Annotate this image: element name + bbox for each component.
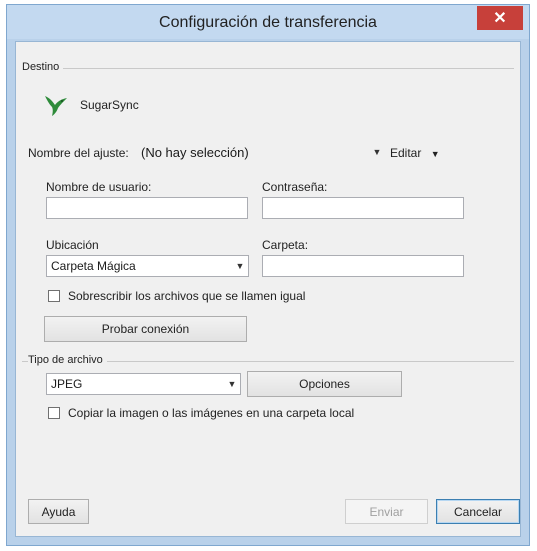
location-dropdown[interactable]: Carpeta Mágica ▼	[46, 255, 249, 277]
chevron-down-icon: ▼	[235, 261, 245, 271]
transfer-settings-dialog: Configuración de transferencia ✕ Destino…	[6, 4, 530, 546]
destino-divider	[22, 68, 514, 69]
send-label: Enviar	[369, 504, 404, 519]
setting-name-dropdown[interactable]: (No hay selección) ▼	[136, 140, 386, 164]
test-connection-button[interactable]: Probar conexión	[44, 316, 247, 342]
copy-local-checkbox[interactable]	[48, 407, 60, 419]
setting-name-value: (No hay selección)	[141, 144, 249, 160]
location-value: Carpeta Mágica	[51, 259, 136, 273]
cancel-button[interactable]: Cancelar	[436, 499, 520, 524]
send-button[interactable]: Enviar	[345, 499, 428, 524]
location-label: Ubicación	[46, 238, 99, 252]
file-type-section-label: Tipo de archivo	[28, 354, 107, 366]
edit-label: Editar	[390, 146, 422, 160]
close-button[interactable]: ✕	[477, 6, 523, 30]
username-label: Nombre de usuario:	[46, 180, 152, 194]
hummingbird-logo-icon	[42, 90, 70, 118]
username-field[interactable]	[46, 197, 248, 219]
options-button[interactable]: Opciones	[247, 371, 402, 397]
overwrite-checkbox[interactable]	[48, 290, 60, 302]
close-icon: ✕	[493, 10, 507, 27]
test-connection-label: Probar conexión	[101, 322, 190, 336]
overwrite-label: Sobrescribir los archivos que se llamen …	[68, 289, 306, 303]
folder-field[interactable]	[262, 255, 464, 277]
edit-menu-button[interactable]: Editar ▼	[390, 146, 440, 160]
password-label: Contraseña:	[262, 180, 328, 194]
chevron-down-icon: ▼	[372, 147, 382, 157]
options-label: Opciones	[299, 377, 350, 391]
help-button[interactable]: Ayuda	[28, 499, 89, 524]
window-title: Configuración de transferencia	[159, 14, 377, 31]
copy-local-label: Copiar la imagen o las imágenes en una c…	[68, 406, 355, 420]
setting-name-label: Nombre del ajuste:	[28, 146, 129, 160]
password-field[interactable]	[262, 197, 464, 219]
cancel-label: Cancelar	[453, 504, 503, 519]
chevron-down-icon: ▼	[227, 379, 237, 389]
file-format-dropdown[interactable]: JPEG ▼	[46, 373, 241, 395]
file-format-value: JPEG	[51, 377, 83, 391]
help-label: Ayuda	[41, 504, 76, 519]
service-name: SugarSync	[80, 98, 139, 112]
title-bar[interactable]: Configuración de transferencia ✕	[7, 5, 529, 39]
chevron-down-icon: ▼	[430, 149, 440, 159]
folder-label: Carpeta:	[262, 238, 309, 252]
dialog-client-area: Destino SugarSync Nombre del ajuste: (No…	[15, 41, 521, 537]
destino-section-label: Destino	[22, 61, 64, 73]
